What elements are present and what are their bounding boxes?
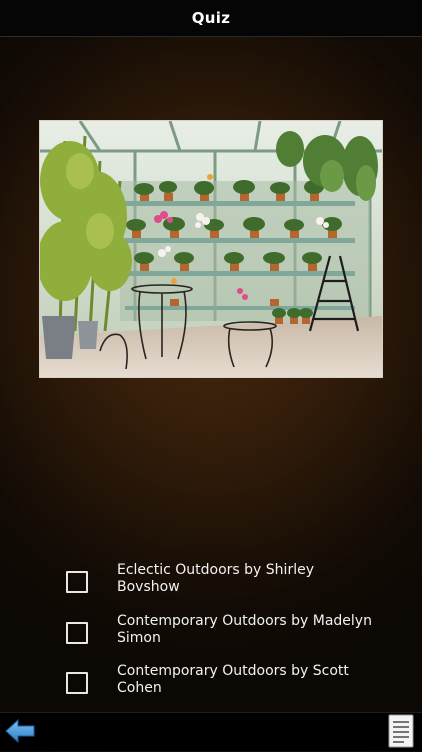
answer-option-label: Contemporary Outdoors by Scott Cohen — [117, 663, 349, 696]
checkbox[interactable] — [66, 672, 88, 694]
back-button[interactable] — [4, 716, 36, 746]
checkbox[interactable] — [66, 622, 88, 644]
answer-option-label: Contemporary Outdoors by Madelyn Simon — [117, 613, 372, 646]
title-bar: Quiz — [0, 0, 422, 37]
page-title: Quiz — [191, 9, 231, 27]
answer-option-label: Eclectic Outdoors by Shirley Bovshow — [117, 562, 314, 595]
answer-option-2[interactable]: Contemporary Outdoors by Madelyn Simon — [66, 613, 386, 653]
document-list-icon — [388, 714, 414, 748]
quiz-photo — [39, 120, 383, 378]
checkbox[interactable] — [66, 571, 88, 593]
answer-option-3[interactable]: Contemporary Outdoors by Scott Cohen — [66, 663, 386, 703]
answer-option-1[interactable]: Eclectic Outdoors by Shirley Bovshow — [66, 562, 386, 602]
greenhouse-photo-image — [40, 121, 382, 377]
bottom-toolbar — [0, 712, 422, 751]
back-arrow-icon — [5, 718, 35, 744]
notes-button[interactable] — [388, 714, 414, 748]
